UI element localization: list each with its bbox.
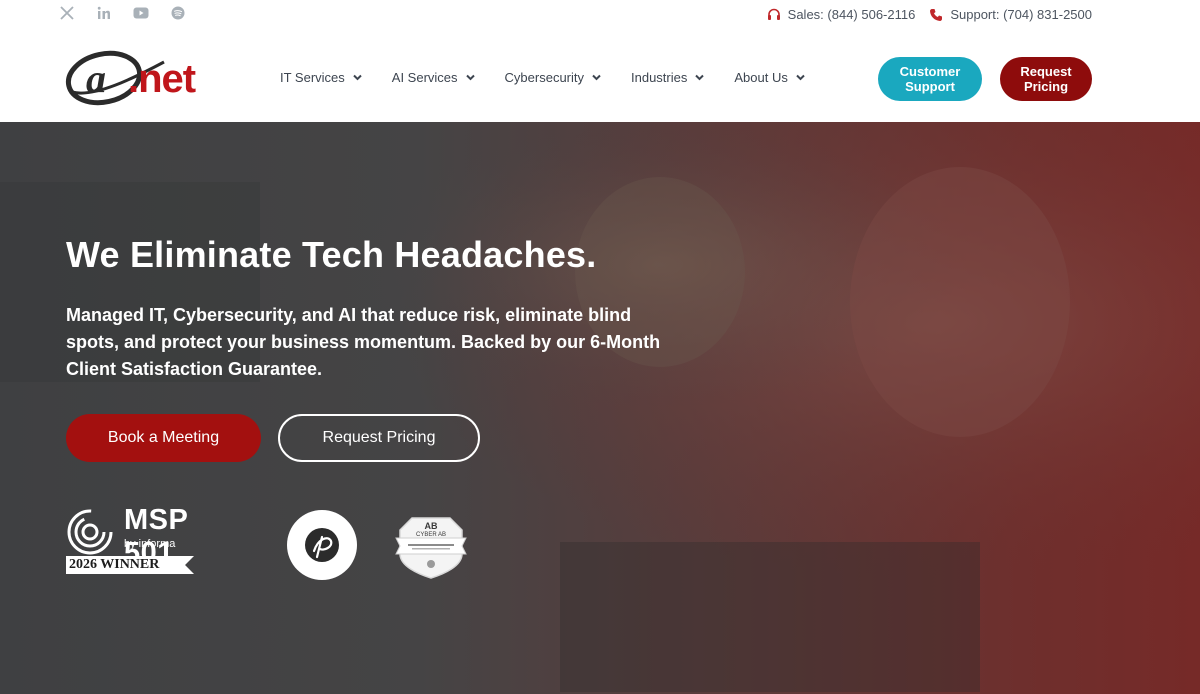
hero-section: We Eliminate Tech Headaches. Managed IT,… <box>0 122 1200 694</box>
phone-icon <box>930 8 943 21</box>
nav-about-us[interactable]: About Us <box>734 70 805 85</box>
shield-title: CYBER AB <box>416 532 446 538</box>
sales-contact[interactable]: Sales: (844) 506-2116 <box>767 7 916 22</box>
nav-label: Cybersecurity <box>504 70 584 85</box>
chevron-down-icon <box>353 74 362 81</box>
partner-logo-icon <box>305 528 339 562</box>
headset-icon <box>767 8 780 20</box>
site-header: a .net IT Services AI Services Cybersecu… <box>0 30 1200 122</box>
contact-info: Sales: (844) 506-2116 Support: (704) 831… <box>767 7 1092 22</box>
msp501-badge[interactable]: MSP 501 by informa 2026 WINNER <box>66 504 246 576</box>
customer-support-button[interactable]: Customer Support <box>878 57 982 101</box>
request-pricing-hero-button[interactable]: Request Pricing <box>278 414 480 462</box>
hero-background-photo <box>0 122 1200 694</box>
book-meeting-button[interactable]: Book a Meeting <box>66 414 261 462</box>
msp-ring-icon <box>67 509 113 555</box>
nav-ai-services[interactable]: AI Services <box>392 70 475 85</box>
main-nav: IT Services AI Services Cybersecurity In… <box>280 70 835 85</box>
button-line: Pricing <box>1023 79 1069 94</box>
x-icon[interactable] <box>57 5 76 21</box>
support-phone: Support: (704) 831-2500 <box>950 7 1092 22</box>
anet-logo[interactable]: a .net <box>64 48 209 108</box>
cyber-ab-shield-badge[interactable]: AB CYBER AB <box>392 508 470 580</box>
chevron-down-icon <box>465 74 475 81</box>
nav-label: About Us <box>734 70 788 85</box>
sales-phone: Sales: (844) 506-2116 <box>787 7 916 22</box>
nav-label: Industries <box>631 70 688 85</box>
svg-text:.net: .net <box>128 57 196 101</box>
nav-label: AI Services <box>391 70 458 85</box>
linkedin-icon[interactable] <box>94 5 113 21</box>
svg-text:a: a <box>86 56 106 101</box>
youtube-icon[interactable] <box>131 5 150 21</box>
nav-cybersecurity[interactable]: Cybersecurity <box>505 70 601 85</box>
nav-label: IT Services <box>280 70 345 85</box>
hero-lead-text: Managed IT, Cybersecurity, and AI that r… <box>66 305 661 379</box>
nav-it-services[interactable]: IT Services <box>280 70 362 85</box>
button-line: Customer <box>899 64 961 79</box>
chevron-down-icon <box>695 74 705 81</box>
top-utility-bar: Sales: (844) 506-2116 Support: (704) 831… <box>0 0 1200 30</box>
button-line: Support <box>905 79 955 94</box>
spotify-icon[interactable] <box>168 5 187 21</box>
partner-badge[interactable] <box>287 510 357 580</box>
chevron-down-icon <box>592 74 601 81</box>
msp-winner: 2026 WINNER <box>66 556 194 574</box>
nav-industries[interactable]: Industries <box>631 70 705 85</box>
chevron-down-icon <box>796 74 805 81</box>
social-links <box>57 5 187 21</box>
support-contact[interactable]: Support: (704) 831-2500 <box>929 7 1092 22</box>
request-pricing-header-button[interactable]: Request Pricing <box>1000 57 1092 101</box>
button-line: Request <box>1020 64 1072 79</box>
hero-title: We Eliminate Tech Headaches. <box>66 234 597 275</box>
msp-by: by informa <box>124 538 176 550</box>
svg-text:AB: AB <box>425 521 438 531</box>
